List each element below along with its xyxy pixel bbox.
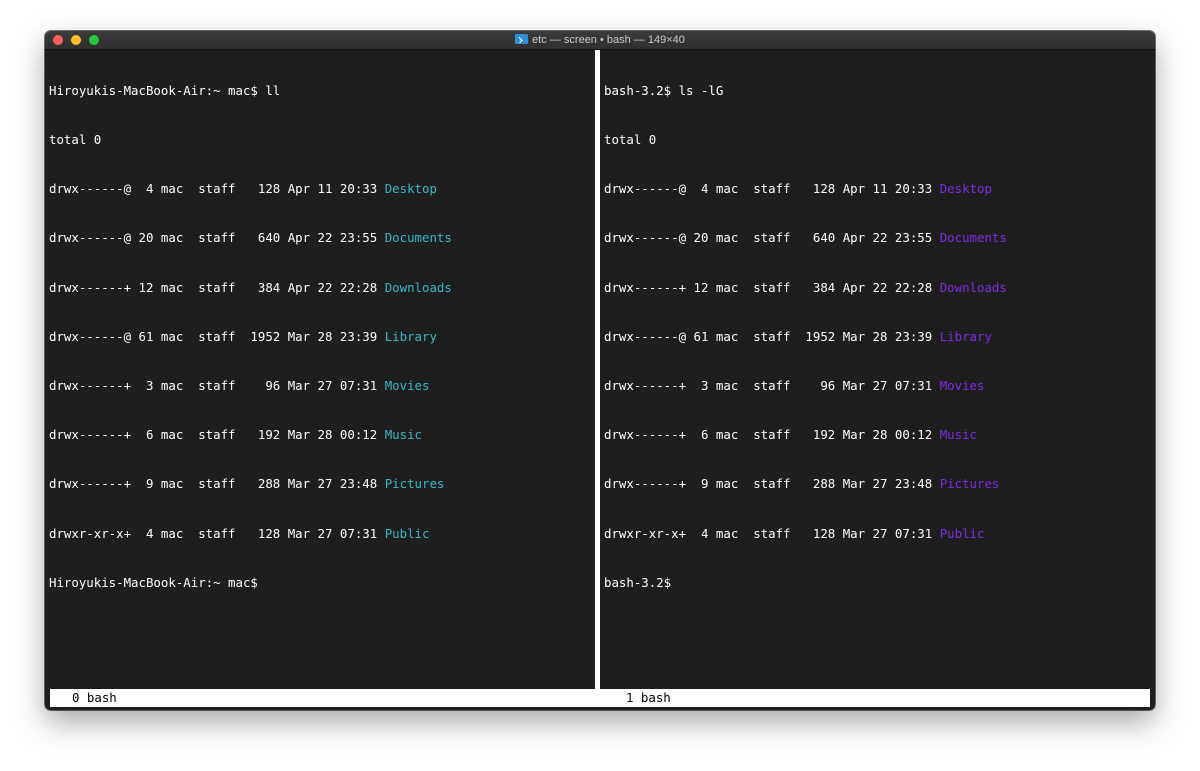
screen-status-bar: 0 bash 1 bash	[50, 689, 1150, 707]
total-line: total 0	[49, 132, 102, 148]
entry-info: drwxr-xr-x+ 4 mac staff 128 Mar 27 07:31	[49, 525, 385, 541]
directory-name: Library	[939, 328, 992, 344]
entry-info: drwx------+ 9 mac staff 288 Mar 27 23:48	[604, 476, 940, 492]
right-terminal-pane[interactable]: bash-3.2$ ls -lG total 0 drwx------@ 4 m…	[600, 50, 1155, 689]
terminal-icon	[515, 34, 529, 44]
list-item: drwx------+ 6 mac staff 192 Mar 28 00:12…	[604, 427, 1155, 443]
entry-info: drwx------+ 6 mac staff 192 Mar 28 00:12	[49, 427, 385, 443]
screen-window-0[interactable]: 0 bash	[72, 689, 117, 707]
terminal-window: etc — screen • bash — 149×40 Hiroyukis-M…	[45, 31, 1155, 710]
directory-name: Documents	[384, 230, 452, 246]
directory-name: Music	[384, 427, 423, 443]
title-bar[interactable]: etc — screen • bash — 149×40	[45, 31, 1155, 50]
list-item: drwx------@ 4 mac staff 128 Apr 11 20:33…	[49, 181, 595, 197]
left-terminal-pane[interactable]: Hiroyukis-MacBook-Air:~ mac$ ll total 0 …	[45, 50, 595, 689]
directory-name: Pictures	[939, 476, 1000, 492]
list-item: drwx------+ 3 mac staff 96 Mar 27 07:31 …	[604, 378, 1155, 394]
list-item: drwx------+ 9 mac staff 288 Mar 27 23:48…	[604, 476, 1155, 492]
directory-name: Music	[939, 427, 978, 443]
prompt-line: Hiroyukis-MacBook-Air:~ mac$	[49, 574, 258, 590]
list-item: drwx------+ 9 mac staff 288 Mar 27 23:48…	[49, 476, 595, 492]
directory-name: Movies	[939, 378, 985, 394]
list-item: drwx------+ 3 mac staff 96 Mar 27 07:31 …	[49, 378, 595, 394]
directory-name: Movies	[384, 378, 430, 394]
entry-info: drwx------+ 12 mac staff 384 Apr 22 22:2…	[49, 279, 385, 295]
window-title-container: etc — screen • bash — 149×40	[45, 31, 1155, 49]
list-item: drwx------+ 12 mac staff 384 Apr 22 22:2…	[604, 280, 1155, 296]
directory-name: Public	[384, 525, 430, 541]
directory-name: Desktop	[939, 181, 992, 197]
directory-name: Library	[384, 328, 437, 344]
prompt-command-line: bash-3.2$ ls -lG	[604, 82, 724, 98]
prompt-line: bash-3.2$	[604, 574, 672, 590]
entry-info: drwx------@ 61 mac staff 1952 Mar 28 23:…	[604, 328, 940, 344]
entry-info: drwx------+ 9 mac staff 288 Mar 27 23:48	[49, 476, 385, 492]
list-item: drwx------@ 20 mac staff 640 Apr 22 23:5…	[49, 230, 595, 246]
entry-info: drwx------+ 3 mac staff 96 Mar 27 07:31	[604, 378, 940, 394]
list-item: drwx------@ 61 mac staff 1952 Mar 28 23:…	[49, 329, 595, 345]
total-line: total 0	[604, 132, 657, 148]
list-item: drwxr-xr-x+ 4 mac staff 128 Mar 27 07:31…	[49, 526, 595, 542]
entry-info: drwxr-xr-x+ 4 mac staff 128 Mar 27 07:31	[604, 525, 940, 541]
entry-info: drwx------+ 6 mac staff 192 Mar 28 00:12	[604, 427, 940, 443]
prompt-command-line: Hiroyukis-MacBook-Air:~ mac$ ll	[49, 82, 281, 98]
list-item: drwx------+ 12 mac staff 384 Apr 22 22:2…	[49, 280, 595, 296]
list-item: drwx------@ 4 mac staff 128 Apr 11 20:33…	[604, 181, 1155, 197]
directory-name: Pictures	[384, 476, 445, 492]
entry-info: drwx------+ 12 mac staff 384 Apr 22 22:2…	[604, 279, 940, 295]
screen-window-1[interactable]: 1 bash	[626, 689, 671, 707]
entry-info: drwx------@ 4 mac staff 128 Apr 11 20:33	[49, 181, 385, 197]
list-item: drwx------@ 61 mac staff 1952 Mar 28 23:…	[604, 329, 1155, 345]
directory-name: Downloads	[939, 279, 1007, 295]
list-item: drwx------+ 6 mac staff 192 Mar 28 00:12…	[49, 427, 595, 443]
directory-name: Downloads	[384, 279, 452, 295]
entry-info: drwx------@ 61 mac staff 1952 Mar 28 23:…	[49, 328, 385, 344]
entry-info: drwx------@ 4 mac staff 128 Apr 11 20:33	[604, 181, 940, 197]
entry-info: drwx------+ 3 mac staff 96 Mar 27 07:31	[49, 378, 385, 394]
list-item: drwx------@ 20 mac staff 640 Apr 22 23:5…	[604, 230, 1155, 246]
directory-name: Desktop	[384, 181, 437, 197]
list-item: drwxr-xr-x+ 4 mac staff 128 Mar 27 07:31…	[604, 526, 1155, 542]
directory-name: Documents	[939, 230, 1007, 246]
window-title: etc — screen • bash — 149×40	[532, 34, 685, 46]
directory-name: Public	[939, 525, 985, 541]
entry-info: drwx------@ 20 mac staff 640 Apr 22 23:5…	[49, 230, 385, 246]
entry-info: drwx------@ 20 mac staff 640 Apr 22 23:5…	[604, 230, 940, 246]
